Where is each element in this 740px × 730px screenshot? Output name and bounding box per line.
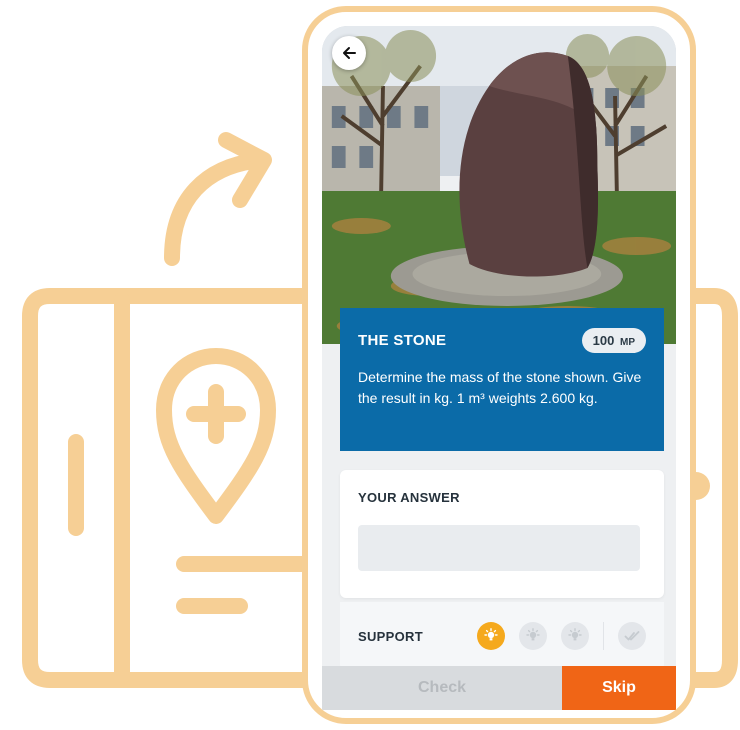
hint-1-button[interactable] (477, 622, 505, 650)
back-button[interactable] (332, 36, 366, 70)
bottom-action-bar: Check Skip (322, 666, 676, 710)
points-badge: 100 MP (581, 328, 646, 353)
points-unit: MP (620, 337, 635, 348)
stone-photo (322, 26, 676, 344)
check-button[interactable]: Check (322, 666, 562, 710)
points-value: 100 (592, 333, 615, 348)
answer-label: YOUR ANSWER (358, 490, 460, 505)
answer-input[interactable] (358, 525, 640, 571)
solution-button[interactable] (618, 622, 646, 650)
lightbulb-icon (568, 628, 582, 641)
support-label: SUPPORT (358, 628, 423, 644)
lightbulb-icon (526, 628, 540, 641)
hint-2-button[interactable] (519, 622, 547, 650)
support-divider (603, 622, 604, 650)
app-screen: THE STONE 100 MP Determine the mass of t… (322, 26, 676, 710)
phone-frame: THE STONE 100 MP Determine the mass of t… (302, 6, 696, 724)
task-title: THE STONE (358, 332, 447, 349)
answer-card: YOUR ANSWER (340, 470, 664, 598)
task-card: THE STONE 100 MP Determine the mass of t… (340, 308, 664, 451)
lightbulb-icon (484, 628, 498, 641)
hint-3-button[interactable] (561, 622, 589, 650)
task-description: Determine the mass of the stone shown. G… (358, 369, 642, 406)
arrow-left-icon (343, 47, 356, 59)
double-check-icon (624, 631, 640, 641)
skip-button[interactable]: Skip (562, 666, 676, 710)
support-row: SUPPORT (340, 602, 664, 670)
